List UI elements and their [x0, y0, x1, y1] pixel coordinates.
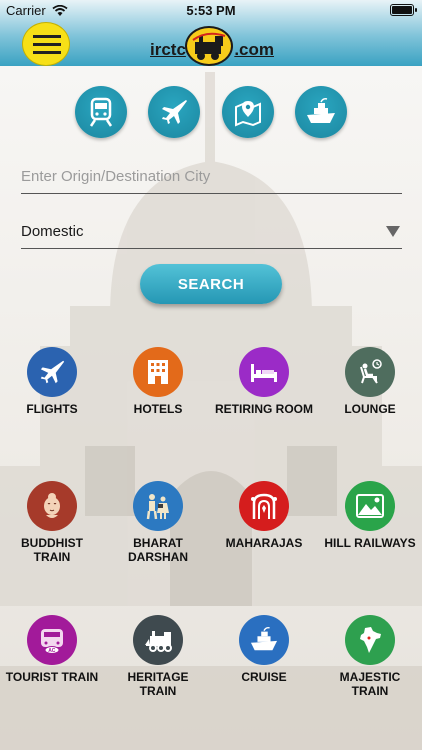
dropdown-triangle-icon — [386, 226, 400, 237]
tile-label: TOURIST TRAIN — [5, 670, 99, 684]
scope-select-value: Domestic — [21, 223, 84, 240]
india-map-icon — [345, 615, 395, 665]
battery-icon — [390, 4, 417, 16]
menu-button[interactable] — [22, 22, 70, 66]
tile-maharajas[interactable]: MAHARAJAS — [214, 481, 314, 550]
mode-flight-button[interactable] — [148, 86, 200, 138]
train-icon — [89, 97, 113, 127]
mode-map-button[interactable] — [222, 86, 274, 138]
lounge-chair-icon — [345, 347, 395, 397]
tile-label: LOUNGE — [344, 402, 396, 416]
tile-hill-railways[interactable]: HILL RAILWAYS — [320, 481, 420, 550]
svg-text:AC: AC — [48, 648, 56, 654]
clock-time: 5:53 PM — [186, 3, 236, 18]
tile-flights[interactable]: FLIGHTS — [2, 347, 102, 416]
ship-icon — [239, 615, 289, 665]
airplane-icon — [162, 100, 187, 124]
hamburger-menu-icon — [33, 35, 61, 38]
tile-label: HILL RAILWAYS — [324, 536, 416, 550]
ship-icon — [307, 98, 335, 123]
buddha-icon — [27, 481, 77, 531]
tile-label: HOTELS — [133, 402, 183, 416]
tile-label: HERITAGE TRAIN — [127, 670, 189, 698]
tile-heritage-train[interactable]: HERITAGE TRAIN — [108, 615, 208, 698]
app-logo[interactable]: irctc .com — [148, 26, 278, 66]
train-logo-icon — [185, 26, 233, 66]
palace-arch-icon — [239, 481, 289, 531]
tile-hotels[interactable]: HOTELS — [108, 347, 208, 416]
steam-engine-icon — [133, 615, 183, 665]
tile-tourist-train[interactable]: AC TOURIST TRAIN — [2, 615, 102, 684]
scope-select[interactable]: Domestic — [21, 219, 402, 249]
search-button[interactable]: SEARCH — [140, 264, 282, 304]
tile-label: MAHARAJAS — [225, 536, 303, 550]
origin-destination-input[interactable] — [21, 164, 402, 188]
tile-cruise[interactable]: CRUISE — [214, 615, 314, 684]
tile-label: FLIGHTS — [26, 402, 78, 416]
airplane-icon — [27, 347, 77, 397]
tile-lounge[interactable]: LOUNGE — [320, 347, 420, 416]
mode-train-button[interactable] — [75, 86, 127, 138]
logo-text-left: irctc — [150, 40, 186, 59]
mountain-icon — [345, 481, 395, 531]
tile-label: BUDDHIST TRAIN — [21, 536, 83, 564]
status-bar: Carrier 5:53 PM — [0, 0, 422, 22]
tile-buddhist-train[interactable]: BUDDHIST TRAIN — [2, 481, 102, 564]
bed-icon — [239, 347, 289, 397]
tile-label: BHARAT DARSHAN — [128, 536, 188, 564]
hotel-building-icon — [133, 347, 183, 397]
tile-label: RETIRING ROOM — [215, 402, 313, 416]
logo-text-right: .com — [234, 40, 274, 59]
map-pin-icon — [235, 101, 261, 127]
origin-destination-field[interactable] — [21, 164, 402, 194]
ac-train-icon: AC — [27, 615, 77, 665]
tile-label: CRUISE — [241, 670, 287, 684]
tile-majestic-train[interactable]: MAJESTIC TRAIN — [320, 615, 420, 698]
mode-cruise-button[interactable] — [295, 86, 347, 138]
tile-label: MAJESTIC TRAIN — [339, 670, 401, 698]
family-icon — [133, 481, 183, 531]
tile-bharat-darshan[interactable]: BHARAT DARSHAN — [108, 481, 208, 564]
tile-retiring-room[interactable]: RETIRING ROOM — [214, 347, 314, 416]
